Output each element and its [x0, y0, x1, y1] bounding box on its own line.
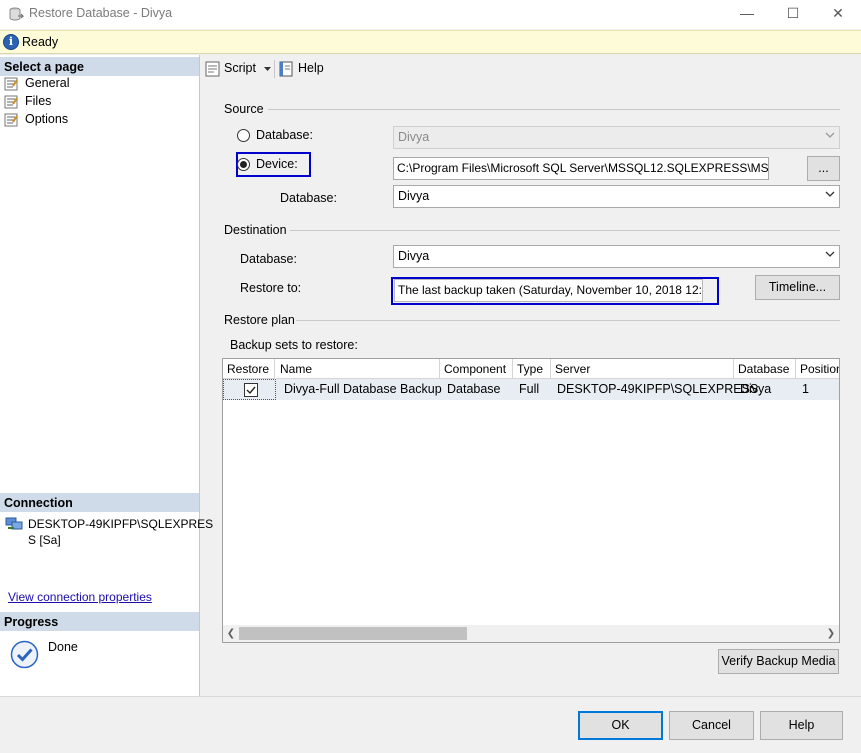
column-header-database[interactable]: Database — [734, 359, 796, 379]
restore-to-label: Restore to: — [240, 281, 302, 295]
chevron-down-icon — [825, 132, 835, 138]
page-item-label: Options — [25, 112, 69, 126]
backup-server-cell: DESKTOP-49KIPFP\SQLEXPRESS — [557, 382, 759, 396]
backup-database-cell: Divya — [740, 382, 772, 396]
backup-sets-label: Backup sets to restore: — [230, 338, 358, 352]
chevron-down-icon — [825, 191, 835, 197]
files-page-icon — [4, 95, 18, 109]
page-item-label: Files — [25, 94, 52, 108]
restore-plan-group-line — [296, 320, 840, 321]
column-header-name[interactable]: Name — [276, 359, 440, 379]
help-toolbar-label: Help — [298, 61, 324, 75]
general-page-icon — [4, 77, 18, 91]
scroll-right-icon[interactable]: ❯ — [824, 627, 838, 640]
column-header-position[interactable]: Position — [796, 359, 839, 379]
scrollbar-thumb[interactable] — [239, 627, 467, 640]
script-label: Script — [224, 61, 256, 75]
source-database-combo[interactable]: Divya — [393, 126, 840, 149]
destination-database-value: Divya — [398, 249, 430, 263]
page-item-label: General — [25, 76, 70, 90]
column-header-type[interactable]: Type — [513, 359, 551, 379]
timeline-button[interactable]: Timeline... — [755, 275, 840, 300]
cancel-button[interactable]: Cancel — [669, 711, 754, 740]
column-header-component[interactable]: Component — [440, 359, 513, 379]
backup-component-cell: Database — [447, 382, 501, 396]
database-source-label: Database: — [256, 128, 313, 142]
restore-plan-group-label: Restore plan — [224, 313, 295, 327]
options-page-icon — [4, 113, 18, 127]
help-toolbar-button[interactable]: Help — [278, 60, 328, 78]
ok-button[interactable]: OK — [578, 711, 663, 740]
view-connection-properties-link[interactable]: View connection properties — [8, 590, 152, 604]
checkmark-icon — [246, 386, 256, 395]
progress-status-text: Done — [48, 640, 78, 654]
status-bar: i Ready — [0, 30, 861, 54]
horizontal-scrollbar[interactable]: ❮ ❯ — [223, 625, 839, 642]
source-database-value: Divya — [398, 130, 430, 144]
help-button[interactable]: Help — [760, 711, 843, 740]
toolbar: Script Help — [201, 55, 861, 83]
backup-position-cell: 1 — [802, 382, 809, 396]
database-source-radio[interactable] — [237, 129, 250, 142]
column-header-restore[interactable]: Restore — [223, 359, 275, 379]
restore-cell[interactable] — [223, 379, 276, 400]
status-text: Ready — [22, 35, 59, 49]
backup-name-cell: Divya-Full Database Backup — [284, 382, 442, 396]
info-icon: i — [3, 34, 19, 50]
backup-type-cell: Full — [519, 382, 540, 396]
destination-database-label: Database: — [240, 252, 297, 266]
browse-device-button[interactable]: ... — [807, 156, 840, 181]
device-path-field[interactable]: C:\Program Files\Microsoft SQL Server\MS… — [393, 157, 769, 180]
select-page-header: Select a page — [0, 57, 199, 76]
source-group-label: Source — [224, 102, 264, 116]
window-title: Restore Database - Divya — [29, 6, 173, 20]
device-source-label: Device: — [256, 157, 298, 171]
table-row[interactable]: Divya-Full Database Backup Database Full… — [223, 379, 839, 400]
source-db-value: Divya — [398, 189, 430, 203]
script-icon — [205, 61, 220, 77]
close-button[interactable]: ✕ — [815, 0, 861, 29]
column-header-server[interactable]: Server — [551, 359, 734, 379]
source-group-line — [268, 109, 840, 110]
chevron-down-icon — [825, 251, 835, 257]
connection-header: Connection — [0, 493, 199, 512]
destination-group-line — [290, 230, 840, 231]
backup-sets-grid[interactable]: Restore Name Component Type Server Datab… — [222, 358, 840, 643]
dropdown-arrow-icon[interactable] — [264, 67, 271, 72]
title-bar: Restore Database - Divya — ☐ ✕ — [0, 0, 861, 29]
connection-server-text: DESKTOP-49KIPFP\SQLEXPRES S [Sa] — [28, 517, 214, 547]
restore-to-field[interactable]: The last backup taken (Saturday, Novembe… — [394, 279, 703, 302]
minimize-button[interactable]: — — [724, 0, 770, 29]
verify-backup-media-button[interactable]: Verify Backup Media — [718, 649, 839, 674]
left-panel: Select a page General Files Options Conn… — [0, 55, 214, 696]
script-button[interactable]: Script — [204, 60, 274, 78]
maximize-button[interactable]: ☐ — [770, 0, 816, 29]
destination-group-label: Destination — [224, 223, 287, 237]
scroll-left-icon[interactable]: ❮ — [224, 627, 238, 640]
device-source-radio[interactable] — [237, 158, 250, 171]
help-book-icon — [279, 61, 293, 77]
source-db-label: Database: — [280, 191, 337, 205]
source-db-combo[interactable]: Divya — [393, 185, 840, 208]
server-connection-icon — [5, 517, 23, 530]
destination-database-combo[interactable]: Divya — [393, 245, 840, 268]
checkmark-done-icon — [10, 640, 39, 669]
progress-header: Progress — [0, 612, 199, 631]
restore-checkbox[interactable] — [244, 383, 258, 397]
toolbar-separator — [274, 60, 275, 78]
database-restore-icon — [9, 7, 25, 21]
